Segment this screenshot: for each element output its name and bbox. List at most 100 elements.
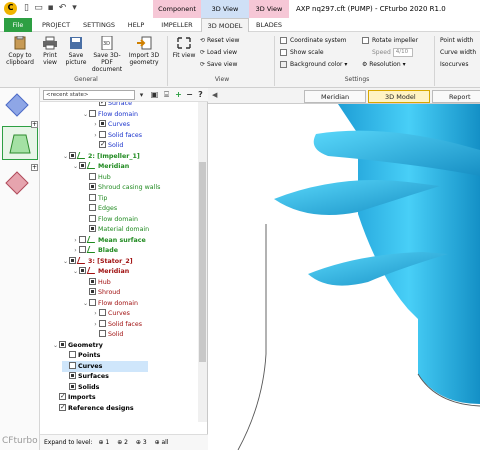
filter-icon[interactable]: ⌸ bbox=[162, 90, 171, 100]
tree-node-checkbox[interactable] bbox=[89, 183, 96, 190]
expand-node-icon[interactable]: › bbox=[92, 308, 99, 319]
tree-node[interactable]: Tip bbox=[82, 193, 107, 204]
tree-node-checkbox[interactable] bbox=[89, 193, 96, 201]
tree-node[interactable]: Material domain bbox=[82, 224, 149, 235]
isocurves-control[interactable]: Isocurves bbox=[440, 60, 469, 69]
save-3d-pdf-button[interactable]: 3D Save 3D-PDF document bbox=[90, 36, 124, 73]
tree-node[interactable]: Hub bbox=[82, 277, 111, 288]
tree-node[interactable]: Solids bbox=[62, 382, 99, 393]
tree-node-checkbox[interactable] bbox=[89, 277, 96, 285]
tree-node[interactable]: Points bbox=[62, 350, 100, 361]
save-file-icon[interactable]: ▪ bbox=[45, 3, 56, 14]
remove-icon[interactable]: − bbox=[185, 90, 194, 100]
tree-node[interactable]: Hub bbox=[82, 172, 111, 183]
save-state-icon[interactable]: ▣ bbox=[150, 90, 159, 100]
tree-node[interactable]: Curves bbox=[62, 360, 149, 372]
tree-node[interactable]: Shroud bbox=[82, 287, 120, 298]
add-icon[interactable]: + bbox=[174, 90, 183, 100]
tree-node-checkbox[interactable] bbox=[99, 330, 106, 337]
tree-node-checkbox[interactable] bbox=[89, 298, 96, 306]
tree-node-checkbox[interactable] bbox=[89, 214, 96, 222]
tree-scrollbar[interactable] bbox=[198, 102, 207, 422]
tree-node[interactable]: ⌄ Meridian bbox=[72, 161, 129, 172]
3d-model-render[interactable]: CFturbo bbox=[208, 104, 480, 450]
save-picture-button[interactable]: Save picture bbox=[64, 36, 88, 66]
app-logo-icon[interactable]: C bbox=[4, 2, 17, 15]
tree-node-checkbox[interactable] bbox=[89, 172, 96, 180]
expand-level-all-button[interactable]: ⊕ all bbox=[155, 439, 169, 446]
tree-node[interactable]: › Mean surface bbox=[72, 235, 146, 246]
recent-state-dropdown[interactable]: <recent state> bbox=[43, 90, 135, 100]
expand-node-icon[interactable]: › bbox=[92, 119, 99, 130]
open-file-icon[interactable]: ▭ bbox=[33, 3, 44, 14]
tree-node-checkbox[interactable] bbox=[59, 402, 66, 413]
background-color-dropdown[interactable]: Background color ▾ bbox=[280, 60, 347, 69]
tree-node[interactable]: Edges bbox=[82, 203, 117, 214]
tree-node[interactable]: › Solid faces bbox=[92, 319, 142, 330]
tree-node[interactable]: › Blade bbox=[72, 245, 118, 256]
component-icon-blue-diamond[interactable] bbox=[4, 92, 30, 118]
help-icon[interactable]: ? bbox=[196, 90, 205, 100]
expand-node-icon[interactable]: › bbox=[72, 245, 79, 256]
tree-node[interactable]: Shroud casing walls bbox=[82, 182, 160, 193]
3d-viewport[interactable]: ◀ Meridian 3D Model Report CFturbo bbox=[208, 88, 480, 450]
tree-node-checkbox[interactable] bbox=[59, 391, 66, 402]
point-width-control[interactable]: Point width bbox=[440, 36, 473, 45]
collapse-node-icon[interactable]: ⌄ bbox=[72, 161, 79, 172]
tree-node-checkbox[interactable] bbox=[99, 139, 106, 150]
component-impeller-tile[interactable] bbox=[2, 126, 38, 160]
add-component-icon[interactable]: + bbox=[31, 164, 38, 171]
tree-node-checkbox[interactable] bbox=[59, 340, 66, 348]
expand-node-icon[interactable]: › bbox=[92, 319, 99, 330]
tree-node-checkbox[interactable] bbox=[89, 204, 96, 211]
curve-width-control[interactable]: Curve width bbox=[440, 48, 476, 57]
viewport-tab-report[interactable]: Report bbox=[432, 90, 480, 103]
rotate-impeller-toggle[interactable]: Rotate impeller bbox=[362, 36, 418, 45]
tree-node[interactable]: Reference designs bbox=[52, 402, 134, 414]
collapse-panel-icon[interactable]: ◀ bbox=[212, 91, 217, 99]
tab-settings[interactable]: SETTINGS bbox=[78, 18, 120, 32]
tree-node-checkbox[interactable] bbox=[99, 309, 106, 316]
tree-node[interactable]: › Curves bbox=[92, 119, 130, 130]
viewport-tab-meridian[interactable]: Meridian bbox=[304, 90, 366, 103]
tree-node-checkbox[interactable] bbox=[89, 288, 96, 295]
tree-node[interactable]: Imports bbox=[52, 391, 96, 403]
tree-node-checkbox[interactable] bbox=[69, 256, 76, 264]
tree-node[interactable]: ⌄ 2: [Impeller_1] bbox=[62, 151, 140, 162]
dropdown-arrow-icon[interactable]: ▾ bbox=[137, 90, 146, 100]
new-file-icon[interactable]: ▯ bbox=[21, 3, 32, 14]
component-icon-red-diamond[interactable] bbox=[4, 170, 30, 196]
expand-node-icon[interactable]: › bbox=[92, 130, 99, 141]
copy-to-clipboard-button[interactable]: Copy to clipboard bbox=[6, 36, 34, 66]
expand-node-icon[interactable]: › bbox=[72, 235, 79, 246]
collapse-node-icon[interactable]: ⌄ bbox=[82, 298, 89, 309]
tree-node-checkbox[interactable] bbox=[69, 361, 76, 369]
expand-level-3-button[interactable]: ⊕ 3 bbox=[136, 439, 147, 446]
tree-node[interactable]: ⌄ 3: [Stator_2] bbox=[62, 256, 133, 267]
tree-node-checkbox[interactable] bbox=[89, 225, 96, 232]
coordinate-system-toggle[interactable]: Coordinate system bbox=[280, 36, 347, 45]
resolution-dropdown[interactable]: ⚙ Resolution ▾ bbox=[362, 60, 406, 69]
tree-node-checkbox[interactable] bbox=[69, 382, 76, 390]
coordinate-system-checkbox[interactable] bbox=[280, 37, 287, 44]
tree-node-checkbox[interactable] bbox=[69, 151, 76, 159]
tab-blades[interactable]: BLADES bbox=[249, 18, 289, 32]
tree-node[interactable]: ⌄ Meridian bbox=[72, 266, 129, 277]
tree-node[interactable]: Solid bbox=[92, 139, 123, 151]
tab-3d-model[interactable]: 3D MODEL bbox=[201, 18, 249, 32]
tree-node-checkbox[interactable] bbox=[79, 235, 86, 243]
tab-impeller[interactable]: IMPELLER bbox=[153, 18, 201, 32]
quick-access-dropdown-icon[interactable]: ▾ bbox=[69, 3, 80, 14]
tree-node[interactable]: Solid bbox=[92, 329, 123, 340]
collapse-node-icon[interactable]: ⌄ bbox=[52, 340, 59, 351]
print-view-button[interactable]: Print view bbox=[38, 36, 62, 66]
collapse-node-icon[interactable]: ⌄ bbox=[62, 256, 69, 267]
expand-level-2-button[interactable]: ⊕ 2 bbox=[117, 439, 128, 446]
tree-node-checkbox[interactable] bbox=[99, 130, 106, 138]
tree-node-checkbox[interactable] bbox=[99, 319, 106, 327]
tree-node[interactable]: Surfaces bbox=[62, 371, 109, 382]
tree-node-checkbox[interactable] bbox=[79, 246, 86, 253]
tree-scrollbar-thumb[interactable] bbox=[199, 162, 206, 362]
collapse-node-icon[interactable]: ⌄ bbox=[82, 109, 89, 120]
viewport-tab-3d-model[interactable]: 3D Model bbox=[368, 90, 430, 103]
